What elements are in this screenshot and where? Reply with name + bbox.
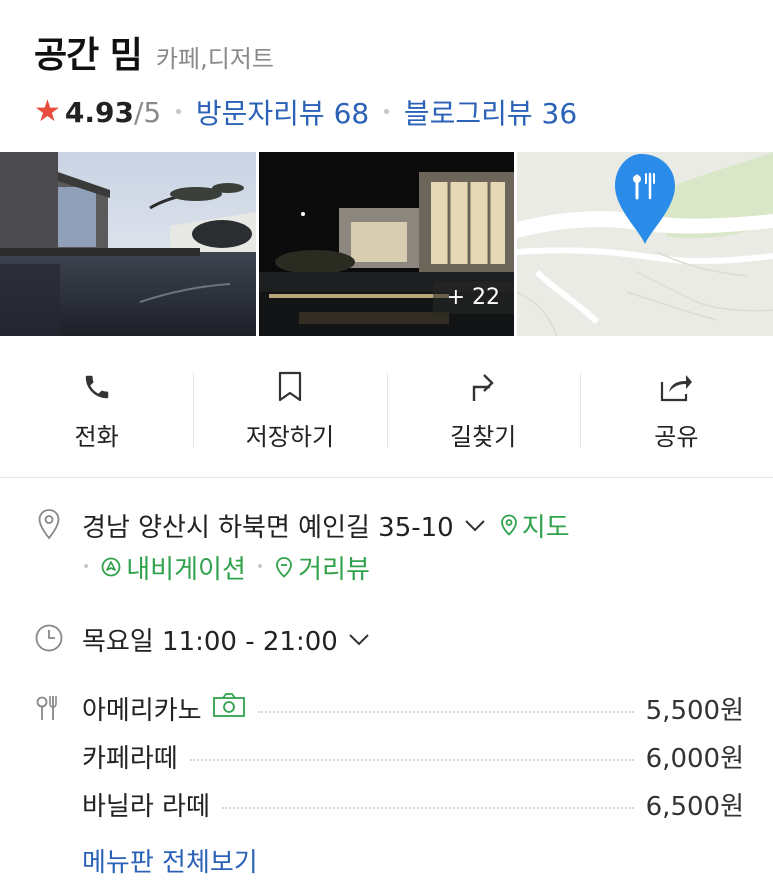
streetview-icon: [276, 557, 293, 578]
hours-row: 목요일 11:00 - 21:00: [34, 620, 744, 658]
place-title: 공간 밈: [34, 35, 143, 76]
map-thumbnail[interactable]: [517, 152, 773, 336]
navigation-link-label: 내비게이션: [126, 554, 246, 585]
save-label: 저장하기: [245, 423, 335, 451]
menu-item-name: 아메리카노: [82, 695, 202, 726]
save-button[interactable]: 저장하기: [193, 355, 386, 455]
camera-icon[interactable]: [212, 692, 246, 725]
menu-item-price: 6,500원: [645, 791, 744, 822]
rating-score: 4.93: [64, 95, 134, 129]
rating-max: /5: [134, 95, 162, 129]
menu-row: 아메리카노 5,500원 카페라떼 6,000원 바닐라 라떼 6,500원 메…: [34, 684, 744, 882]
menu-item[interactable]: 아메리카노 5,500원: [82, 684, 744, 732]
place-header: 공간 밈 카페,디저트 ★ 4.93 /5 • 방문자리뷰 68 • 블로그리뷰…: [34, 26, 577, 132]
dotted-leader: [189, 759, 634, 761]
separator-dot: •: [173, 101, 184, 123]
hours-text: 목요일 11:00 - 21:00: [82, 626, 338, 657]
view-full-menu-link[interactable]: 메뉴판 전체보기: [82, 838, 744, 882]
action-bar: 전화 저장하기 길찾기 공유: [0, 355, 773, 455]
directions-button[interactable]: 길찾기: [386, 355, 580, 455]
call-label: 전화: [74, 423, 119, 451]
phone-icon: [82, 369, 112, 405]
menu-item-price: 6,000원: [645, 743, 744, 774]
separator-dot: •: [82, 559, 91, 575]
location-pin-icon: [34, 506, 64, 542]
streetview-link[interactable]: 거리뷰: [274, 549, 370, 586]
rating-row: ★ 4.93 /5 • 방문자리뷰 68 • 블로그리뷰 36: [34, 92, 577, 132]
streetview-link-label: 거리뷰: [298, 554, 370, 585]
address-row: 경남 양산시 하북면 예인길 35-10 지도 • 내비게이션 • 거리뷰: [34, 506, 744, 590]
star-icon: ★: [34, 94, 61, 129]
clock-icon: [34, 620, 64, 656]
menu-item[interactable]: 바닐라 라떼 6,500원: [82, 780, 744, 828]
map-link-label: 지도: [521, 512, 570, 543]
call-button[interactable]: 전화: [0, 355, 193, 455]
place-info: 경남 양산시 하북면 예인길 35-10 지도 • 내비게이션 • 거리뷰 목요…: [34, 506, 744, 882]
share-button[interactable]: 공유: [579, 355, 773, 455]
dotted-leader: [221, 807, 634, 809]
directions-icon: [468, 369, 498, 405]
menu-item-price: 5,500원: [645, 695, 744, 726]
separator-dot: •: [381, 101, 392, 123]
address-text: 경남 양산시 하북면 예인길 35-10: [82, 512, 454, 543]
fork-knife-icon: [34, 690, 64, 726]
menu-item-name: 바닐라 라떼: [82, 791, 210, 822]
chevron-down-icon[interactable]: [464, 510, 486, 540]
place-category: 카페,디저트: [155, 45, 274, 73]
photo-exterior-night[interactable]: + 22: [259, 152, 514, 336]
chevron-down-icon[interactable]: [348, 624, 370, 654]
blog-review-link[interactable]: 블로그리뷰 36: [404, 92, 577, 132]
map-marker-icon: [500, 514, 517, 536]
navigation-icon: [101, 557, 121, 577]
section-divider: [0, 477, 773, 478]
photo-gallery: + 22: [0, 152, 773, 336]
share-label: 공유: [654, 423, 699, 451]
photo-exterior-dusk[interactable]: [0, 152, 256, 336]
navigation-link[interactable]: 내비게이션: [100, 549, 246, 586]
visitor-review-link[interactable]: 방문자리뷰 68: [196, 92, 369, 132]
more-photos-count[interactable]: + 22: [432, 281, 514, 314]
separator-dot: •: [255, 559, 265, 575]
menu-item[interactable]: 카페라떼 6,000원: [82, 732, 744, 780]
directions-label: 길찾기: [450, 423, 517, 451]
dotted-leader: [257, 711, 634, 713]
map-link[interactable]: 지도: [500, 507, 570, 544]
bookmark-icon: [277, 369, 303, 405]
menu-item-name: 카페라떼: [82, 743, 178, 774]
share-icon: [659, 369, 693, 405]
